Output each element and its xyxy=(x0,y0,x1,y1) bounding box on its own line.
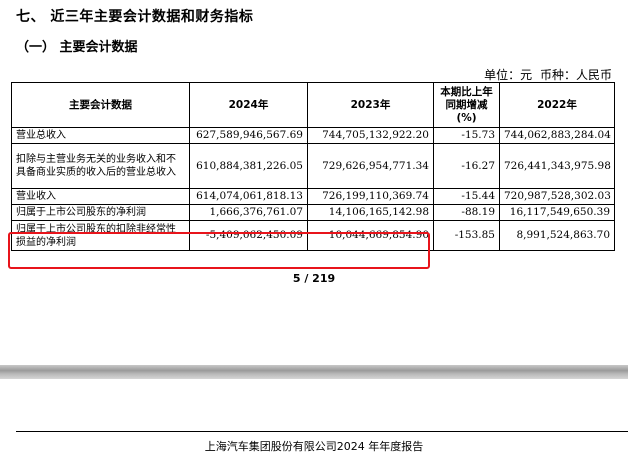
value-cell: 729,626,954,771.34 xyxy=(307,143,434,189)
value-cell: -15.44 xyxy=(433,188,500,205)
table-header-row: 主要会计数据 2024年 2023年 本期比上年同期增减(%) 2022年 xyxy=(11,82,615,128)
section-title: 七、 近三年主要会计数据和财务指标 xyxy=(16,9,254,25)
value-cell: 726,441,343,975.98 xyxy=(499,143,615,189)
highlight-box xyxy=(8,232,430,269)
value-cell: 614,074,061,818.13 xyxy=(189,188,308,205)
header-cell: 本期比上年同期增减(%) xyxy=(433,82,500,128)
value-cell: -88.19 xyxy=(433,204,500,221)
value-cell: 1,666,376,761.07 xyxy=(189,204,308,221)
page-separator xyxy=(0,365,628,379)
value-cell: -153.85 xyxy=(433,220,500,251)
value-cell: 720,987,528,302.03 xyxy=(499,188,615,205)
header-cell: 主要会计数据 xyxy=(11,82,190,128)
unit-currency-line: 单位：元 币种：人民币 xyxy=(484,68,612,82)
table-row: 扣除与主营业务无关的业务收入和不具备商业实质的收入后的营业总收入 610,884… xyxy=(11,143,615,189)
page-footer: 上海汽车集团股份有限公司2024 年年度报告 xyxy=(204,440,424,453)
page-number: 5 / 219 xyxy=(292,272,336,285)
financial-data-table: 主要会计数据 2024年 2023年 本期比上年同期增减(%) 2022年 营业… xyxy=(11,82,615,251)
value-cell: 16,117,549,650.39 xyxy=(499,204,615,221)
header-cell: 2023年 xyxy=(307,82,434,128)
value-cell: -16.27 xyxy=(433,143,500,189)
row-label: 营业总收入 xyxy=(11,127,190,144)
table-row: 归属于上市公司股东的净利润 1,666,376,761.07 14,106,16… xyxy=(11,204,615,221)
value-cell: 610,884,381,226.05 xyxy=(189,143,308,189)
value-cell: 744,062,883,284.04 xyxy=(499,127,615,144)
header-cell: 2022年 xyxy=(499,82,615,128)
value-cell: -15.73 xyxy=(433,127,500,144)
value-cell: 726,199,110,369.74 xyxy=(307,188,434,205)
value-cell: 627,589,946,567.69 xyxy=(189,127,308,144)
table-row: 营业总收入 627,589,946,567.69 744,705,132,922… xyxy=(11,127,615,144)
table-row: 营业收入 614,074,061,818.13 726,199,110,369.… xyxy=(11,188,615,205)
value-cell: 14,106,165,142.98 xyxy=(307,204,434,221)
footer-rule xyxy=(16,431,628,432)
value-cell: 744,705,132,922.20 xyxy=(307,127,434,144)
header-cell: 2024年 xyxy=(189,82,308,128)
row-label: 归属于上市公司股东的净利润 xyxy=(11,204,190,221)
row-label: 营业收入 xyxy=(11,188,190,205)
row-label: 扣除与主营业务无关的业务收入和不具备商业实质的收入后的营业总收入 xyxy=(11,143,190,189)
value-cell: 8,991,524,863.70 xyxy=(499,220,615,251)
subsection-title: （一） 主要会计数据 xyxy=(16,40,138,55)
